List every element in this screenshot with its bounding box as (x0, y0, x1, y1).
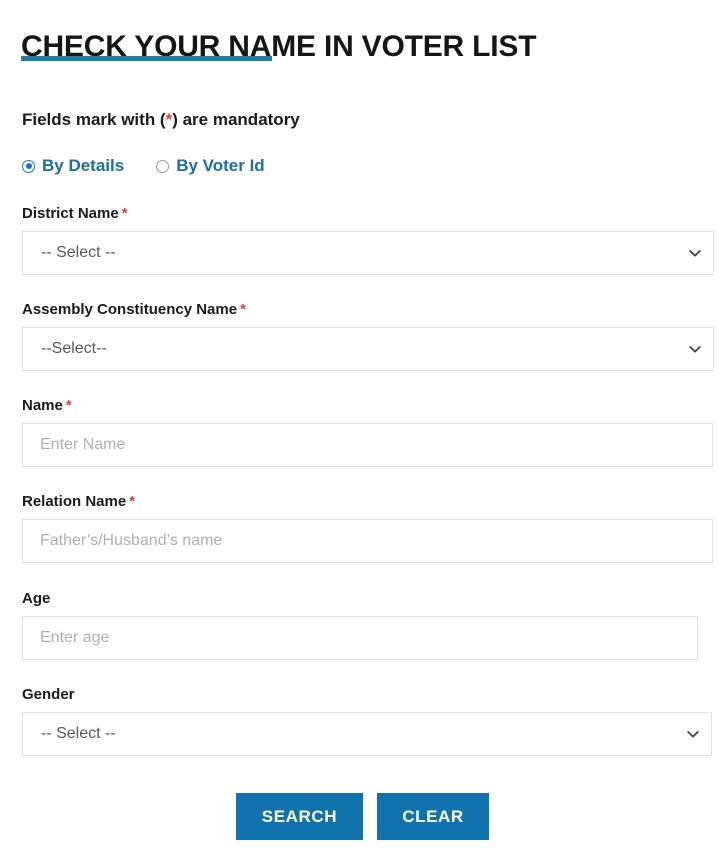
label-district-name-text: District Name (22, 205, 119, 222)
label-name-text: Name (22, 397, 63, 414)
select-gender[interactable]: -- Select -- (22, 712, 712, 756)
mandatory-note-prefix: Fields mark with ( (22, 110, 166, 129)
required-asterisk-name: * (65, 397, 72, 414)
select-gender-value: -- Select -- (41, 725, 116, 742)
label-name: Name * (22, 397, 713, 415)
label-age: Age (22, 590, 698, 608)
voter-list-search-page: CHECK YOUR NAME IN VOTER LIST Fields mar… (0, 0, 719, 859)
clear-button[interactable]: CLEAR (377, 793, 489, 840)
mandatory-fields-note: Fields mark with (*) are mandatory (22, 109, 300, 131)
radio-option-by-details[interactable]: By Details (22, 156, 124, 176)
radio-label-by-voter-id: By Voter Id (176, 156, 265, 175)
radio-option-by-voter-id[interactable]: By Voter Id (156, 156, 265, 176)
required-asterisk-assembly: * (240, 301, 246, 318)
required-asterisk-district: * (121, 205, 128, 222)
label-assembly-constituency-name: Assembly Constituency Name * (22, 301, 714, 319)
field-district-name: District Name * -- Select -- (22, 205, 714, 275)
radio-button-by-details[interactable] (22, 159, 35, 173)
label-relation-name-text: Relation Name (22, 493, 127, 510)
select-assembly-constituency-name-value: --Select-- (41, 340, 107, 357)
required-asterisk-relation: * (129, 493, 136, 510)
label-gender: Gender (22, 686, 712, 704)
select-assembly-constituency-name[interactable]: --Select-- (22, 327, 714, 371)
age-input[interactable]: Enter age (23, 628, 109, 648)
relation-name-input[interactable]: Father’s/Husband’s name (23, 531, 222, 551)
search-button[interactable]: SEARCH (236, 793, 363, 840)
label-district-name: District Name * (22, 205, 714, 223)
label-relation-name: Relation Name * (22, 493, 713, 511)
chevron-down-icon (687, 245, 703, 261)
field-assembly-constituency-name: Assembly Constituency Name * --Select-- (22, 301, 714, 371)
field-gender: Gender -- Select -- (22, 686, 712, 756)
radio-label-by-details: By Details (42, 156, 125, 175)
relation-name-input-wrapper[interactable]: Father’s/Husband’s name (22, 519, 713, 563)
field-relation-name: Relation Name * Father’s/Husband’s name (22, 493, 713, 563)
select-district-name-value: -- Select -- (41, 244, 116, 261)
radio-button-by-voter-id[interactable] (156, 159, 170, 173)
title-underline-rule (21, 56, 272, 61)
label-gender-text: Gender (22, 686, 75, 703)
name-input[interactable]: Enter Name (23, 435, 125, 455)
label-assembly-constituency-name-text: Assembly Constituency Name (22, 301, 238, 318)
chevron-down-icon (687, 341, 703, 357)
form-action-buttons: SEARCH CLEAR (236, 793, 489, 840)
field-age: Age Enter age (22, 590, 698, 660)
chevron-down-icon (685, 726, 701, 742)
field-name: Name * Enter Name (22, 397, 713, 467)
age-input-wrapper[interactable]: Enter age (22, 616, 698, 660)
label-age-text: Age (22, 590, 51, 607)
name-input-wrapper[interactable]: Enter Name (22, 423, 713, 467)
mandatory-note-suffix: ) are mandatory (172, 110, 300, 129)
search-mode-radio-group: By Details By Voter Id (22, 156, 265, 176)
select-district-name[interactable]: -- Select -- (22, 231, 714, 275)
